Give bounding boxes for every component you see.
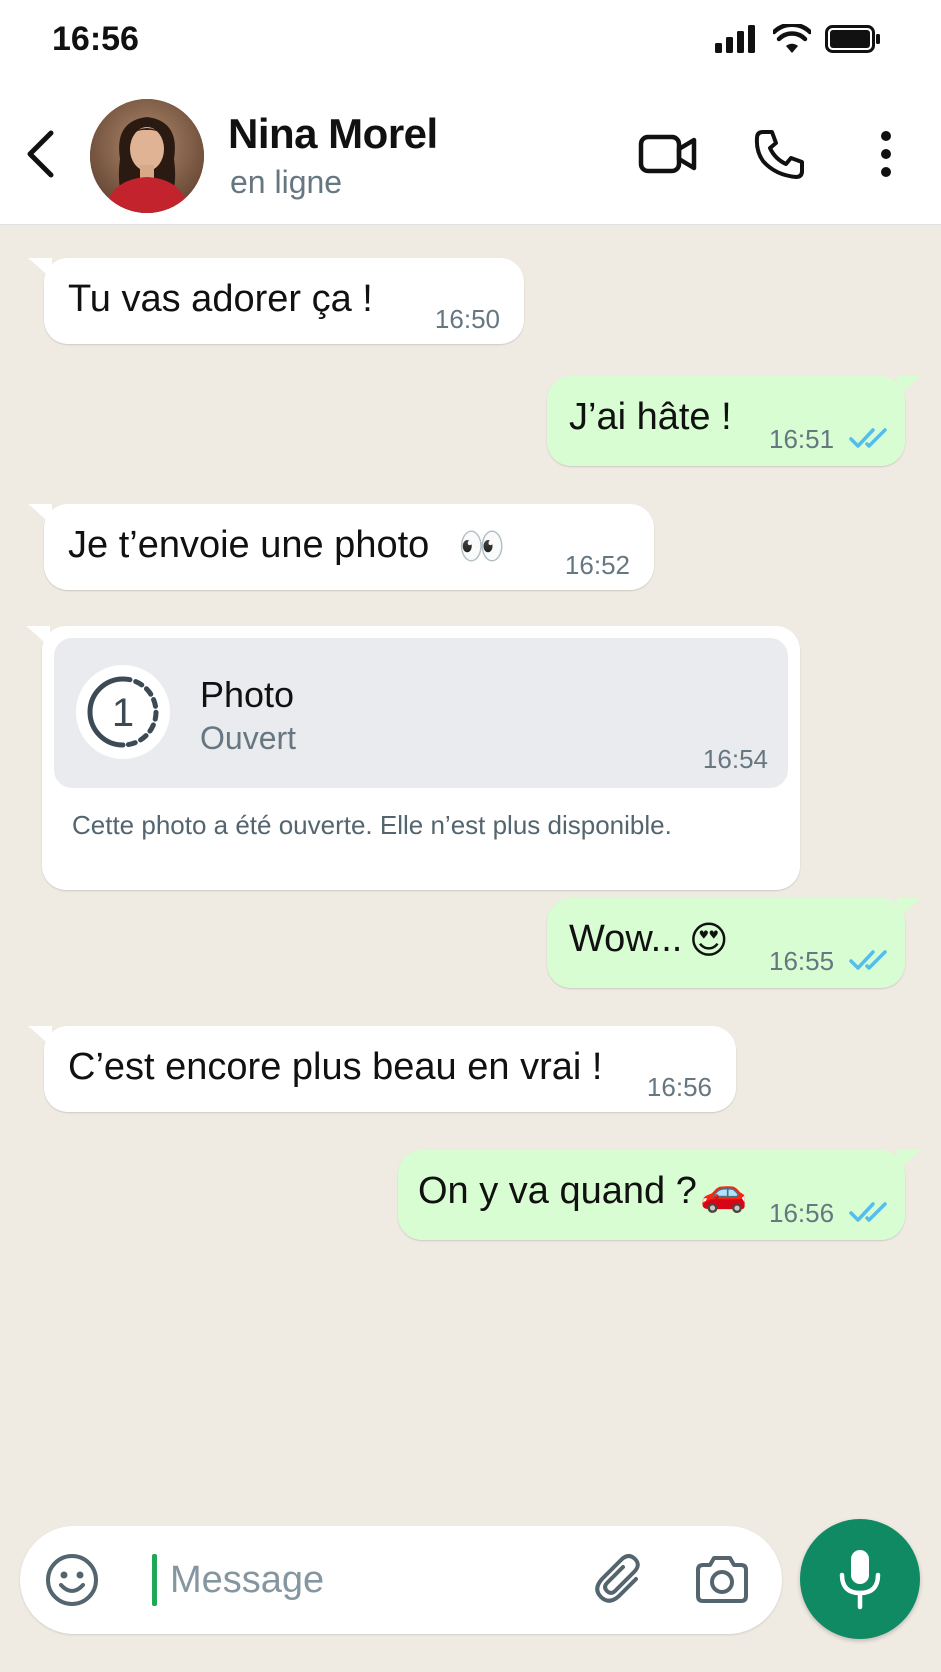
message-outgoing[interactable]: On y va quand ? 🚗 16:56 — [398, 1150, 921, 1240]
view-once-badge: 1 — [76, 665, 170, 759]
photo-status: Ouvert — [200, 720, 297, 756]
read-receipt-icon — [849, 1202, 887, 1222]
signal-icon — [715, 25, 759, 58]
message-time: 16:50 — [434, 304, 500, 334]
bubble-tail — [897, 376, 921, 398]
attach-icon — [595, 1554, 640, 1603]
bubble-tail — [897, 1150, 921, 1172]
heart-eyes-emoji: 😍 — [689, 918, 729, 962]
mic-icon — [839, 1550, 881, 1610]
view-once-counter: 1 — [112, 691, 134, 735]
read-receipt-icon — [849, 950, 887, 970]
bubble-tail — [28, 504, 52, 526]
message-text: Je t’envoie une photo — [68, 524, 430, 566]
photo-unavailable-note: Cette photo a été ouverte. Elle n’est pl… — [72, 810, 672, 840]
video-call-icon — [638, 134, 697, 174]
attach-button[interactable] — [590, 1550, 650, 1610]
voice-message-button[interactable] — [800, 1519, 920, 1639]
message-time: 16:56 — [769, 1198, 835, 1228]
chat-header: Nina Morel en ligne — [0, 82, 941, 225]
view-once-card[interactable]: 1 Photo Ouvert 16:54 — [54, 638, 788, 788]
message-time: 16:52 — [564, 550, 630, 580]
message-input[interactable] — [170, 1554, 590, 1606]
view-once-photo-message[interactable]: 1 Photo Ouvert 16:54 Cette photo a été o… — [26, 626, 800, 890]
status-icons — [715, 22, 881, 59]
contact-status: en ligne — [230, 164, 343, 200]
message-text: C’est encore plus beau en vrai ! — [68, 1046, 603, 1088]
eyes-emoji: 👀 — [458, 524, 506, 568]
message-text: J’ai hâte ! — [569, 396, 732, 438]
more-vert-icon — [881, 131, 891, 177]
wifi-icon — [771, 22, 813, 59]
message-time: 16:56 — [646, 1072, 712, 1102]
voice-call-button[interactable] — [750, 122, 810, 186]
message-incoming[interactable]: Je t’envoie une photo 👀 16:52 — [28, 504, 654, 590]
bubble-tail — [28, 1026, 52, 1048]
message-text: Tu vas adorer ça ! — [68, 278, 373, 320]
status-time: 16:56 — [52, 20, 139, 58]
text-caret — [152, 1554, 157, 1606]
view-once-icon: 1 — [87, 676, 159, 748]
phone-icon — [754, 130, 804, 179]
bubble-tail — [26, 626, 50, 648]
battery-icon — [825, 25, 881, 58]
message-outgoing[interactable]: J’ai hâte ! 16:51 — [547, 376, 921, 466]
message-incoming[interactable]: C’est encore plus beau en vrai ! 16:56 — [28, 1026, 736, 1112]
car-emoji: 🚗 — [700, 1170, 748, 1214]
message-incoming[interactable]: Tu vas adorer ça ! 16:50 — [28, 258, 524, 344]
photo-title: Photo — [200, 674, 295, 715]
camera-icon — [696, 1556, 748, 1603]
more-options-button[interactable] — [868, 122, 904, 186]
message-time: 16:55 — [769, 946, 835, 976]
bubble-tail — [897, 898, 921, 920]
read-receipt-icon — [849, 428, 887, 448]
message-composer — [20, 1526, 782, 1634]
status-bar: 16:56 — [0, 0, 941, 82]
emoji-button[interactable] — [42, 1550, 102, 1610]
back-arrow-icon — [27, 130, 54, 178]
avatar[interactable] — [90, 99, 204, 213]
contact-name[interactable]: Nina Morel — [228, 110, 438, 158]
message-time: 16:54 — [702, 744, 768, 774]
bubble-tail — [28, 258, 52, 280]
video-call-button[interactable] — [636, 122, 700, 186]
back-button[interactable] — [18, 124, 62, 184]
chat-area[interactable]: Tu vas adorer ça ! 16:50 J’ai hâte ! 16:… — [0, 224, 941, 1514]
message-text: On y va quand ? — [418, 1170, 697, 1212]
message-text: Wow... — [569, 918, 683, 960]
emoji-icon — [46, 1554, 98, 1606]
message-time: 16:51 — [769, 424, 835, 454]
message-outgoing[interactable]: Wow... 😍 16:55 — [547, 898, 921, 988]
camera-button[interactable] — [692, 1550, 752, 1610]
